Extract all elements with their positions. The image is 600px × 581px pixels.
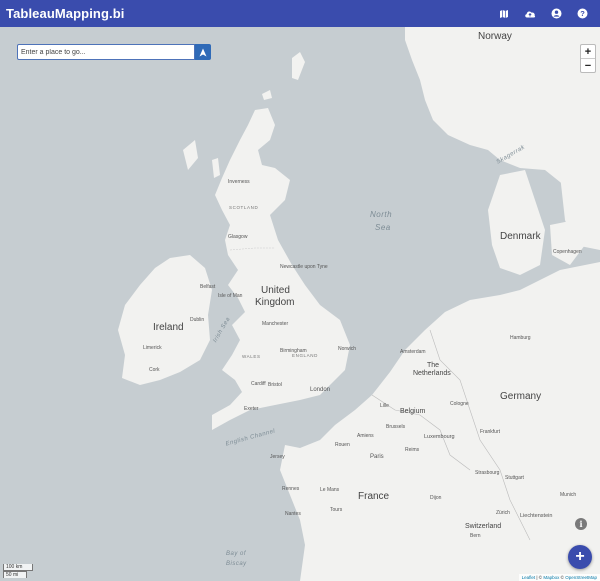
label-cork: Cork <box>149 367 160 373</box>
label-denmark: Denmark <box>500 231 541 242</box>
search-bar <box>17 44 211 60</box>
label-belgium: Belgium <box>400 408 426 415</box>
label-bay-of-biscay-line2: Biscay <box>226 561 247 567</box>
osm-link[interactable]: OpenStreetMap <box>565 575 597 580</box>
label-netherlands-line1: The <box>427 362 440 369</box>
label-zurich: Zürich <box>496 510 510 516</box>
top-bar: TableauMapping.bi ? <box>0 0 600 27</box>
search-input[interactable] <box>17 44 195 60</box>
label-isle-of-man: Isle of Man <box>218 293 243 299</box>
label-norway: Norway <box>478 31 512 42</box>
label-brussels: Brussels <box>386 424 406 430</box>
label-rennes: Rennes <box>282 486 300 492</box>
label-limerick: Limerick <box>143 345 162 351</box>
label-hamburg: Hamburg <box>510 335 531 341</box>
map-basemap <box>0 27 600 581</box>
add-button[interactable]: + <box>568 545 592 569</box>
label-north-sea-line1: North <box>370 210 393 219</box>
label-jersey: Jersey <box>270 454 285 460</box>
map-icon[interactable] <box>498 8 510 20</box>
label-north-sea-line2: Sea <box>375 223 391 232</box>
label-paris: Paris <box>370 454 384 460</box>
label-london: London <box>310 387 331 393</box>
label-inverness: Inverness <box>228 179 250 185</box>
label-stuttgart: Stuttgart <box>505 475 524 481</box>
cloud-upload-icon[interactable] <box>524 8 536 20</box>
map-scale: 100 km 50 mi <box>3 564 33 578</box>
label-bristol: Bristol <box>268 382 282 388</box>
label-frankfurt: Frankfurt <box>480 429 501 435</box>
zoom-in-button[interactable]: + <box>581 45 595 59</box>
label-liechtenstein: Liechtenstein <box>520 513 553 519</box>
label-birmingham: Birmingham <box>280 348 307 354</box>
label-lille: Lille <box>380 403 389 409</box>
label-france: France <box>358 491 390 502</box>
label-belfast: Belfast <box>200 284 216 290</box>
label-copenhagen: Copenhagen <box>553 249 582 255</box>
label-netherlands-line2: Netherlands <box>413 370 451 377</box>
label-manchester: Manchester <box>262 321 289 327</box>
label-bay-of-biscay-line1: Bay of <box>226 551 247 557</box>
zoom-out-button[interactable]: − <box>581 59 595 72</box>
user-icon[interactable] <box>550 8 562 20</box>
map-attribution: Leaflet | © Mapbox © OpenStreetMap <box>518 574 600 581</box>
nav-icons: ? <box>498 0 588 27</box>
label-ireland: Ireland <box>153 322 184 333</box>
label-cologne: Cologne <box>450 401 469 407</box>
label-uk-line2: Kingdom <box>255 297 295 308</box>
label-switzerland: Switzerland <box>465 523 502 530</box>
label-scotland: SCOTLAND <box>229 205 259 210</box>
label-reims: Reims <box>405 447 420 453</box>
app-title[interactable]: TableauMapping.bi <box>6 6 124 21</box>
label-glasgow: Glasgow <box>228 234 248 240</box>
scale-metric: 100 km <box>3 564 33 571</box>
label-germany: Germany <box>500 391 542 402</box>
scale-imperial: 50 mi <box>3 571 27 578</box>
info-button[interactable]: i <box>575 518 587 530</box>
label-newcastle: Newcastle upon Tyne <box>280 264 328 270</box>
label-tours: Tours <box>330 507 343 513</box>
label-norwich: Norwich <box>338 346 357 352</box>
label-le-mans: Le Mans <box>320 487 340 493</box>
label-dublin: Dublin <box>190 317 205 323</box>
label-luxembourg: Luxembourg <box>424 434 455 440</box>
label-amiens: Amiens <box>357 433 374 439</box>
navigation-arrow-icon <box>199 48 207 56</box>
label-amsterdam: Amsterdam <box>400 349 426 355</box>
label-cardiff: Cardiff <box>251 381 266 387</box>
label-exeter: Exeter <box>244 406 259 412</box>
mapbox-link[interactable]: Mapbox <box>543 575 559 580</box>
locate-button[interactable] <box>195 44 211 60</box>
label-dijon: Dijon <box>430 495 442 501</box>
label-uk-line1: United <box>261 285 290 296</box>
label-bern: Bern <box>470 533 481 539</box>
map-canvas[interactable]: Norway Denmark United Kingdom Ireland Th… <box>0 27 600 581</box>
help-icon[interactable]: ? <box>576 8 588 20</box>
label-rouen: Rouen <box>335 442 350 448</box>
zoom-control: + − <box>580 44 596 73</box>
leaflet-link[interactable]: Leaflet <box>522 575 536 580</box>
svg-text:?: ? <box>580 9 585 18</box>
label-munich: Munich <box>560 492 577 498</box>
label-wales: WALES <box>242 354 261 359</box>
label-nantes: Nantes <box>285 511 301 517</box>
label-strasbourg: Strasbourg <box>475 470 500 476</box>
